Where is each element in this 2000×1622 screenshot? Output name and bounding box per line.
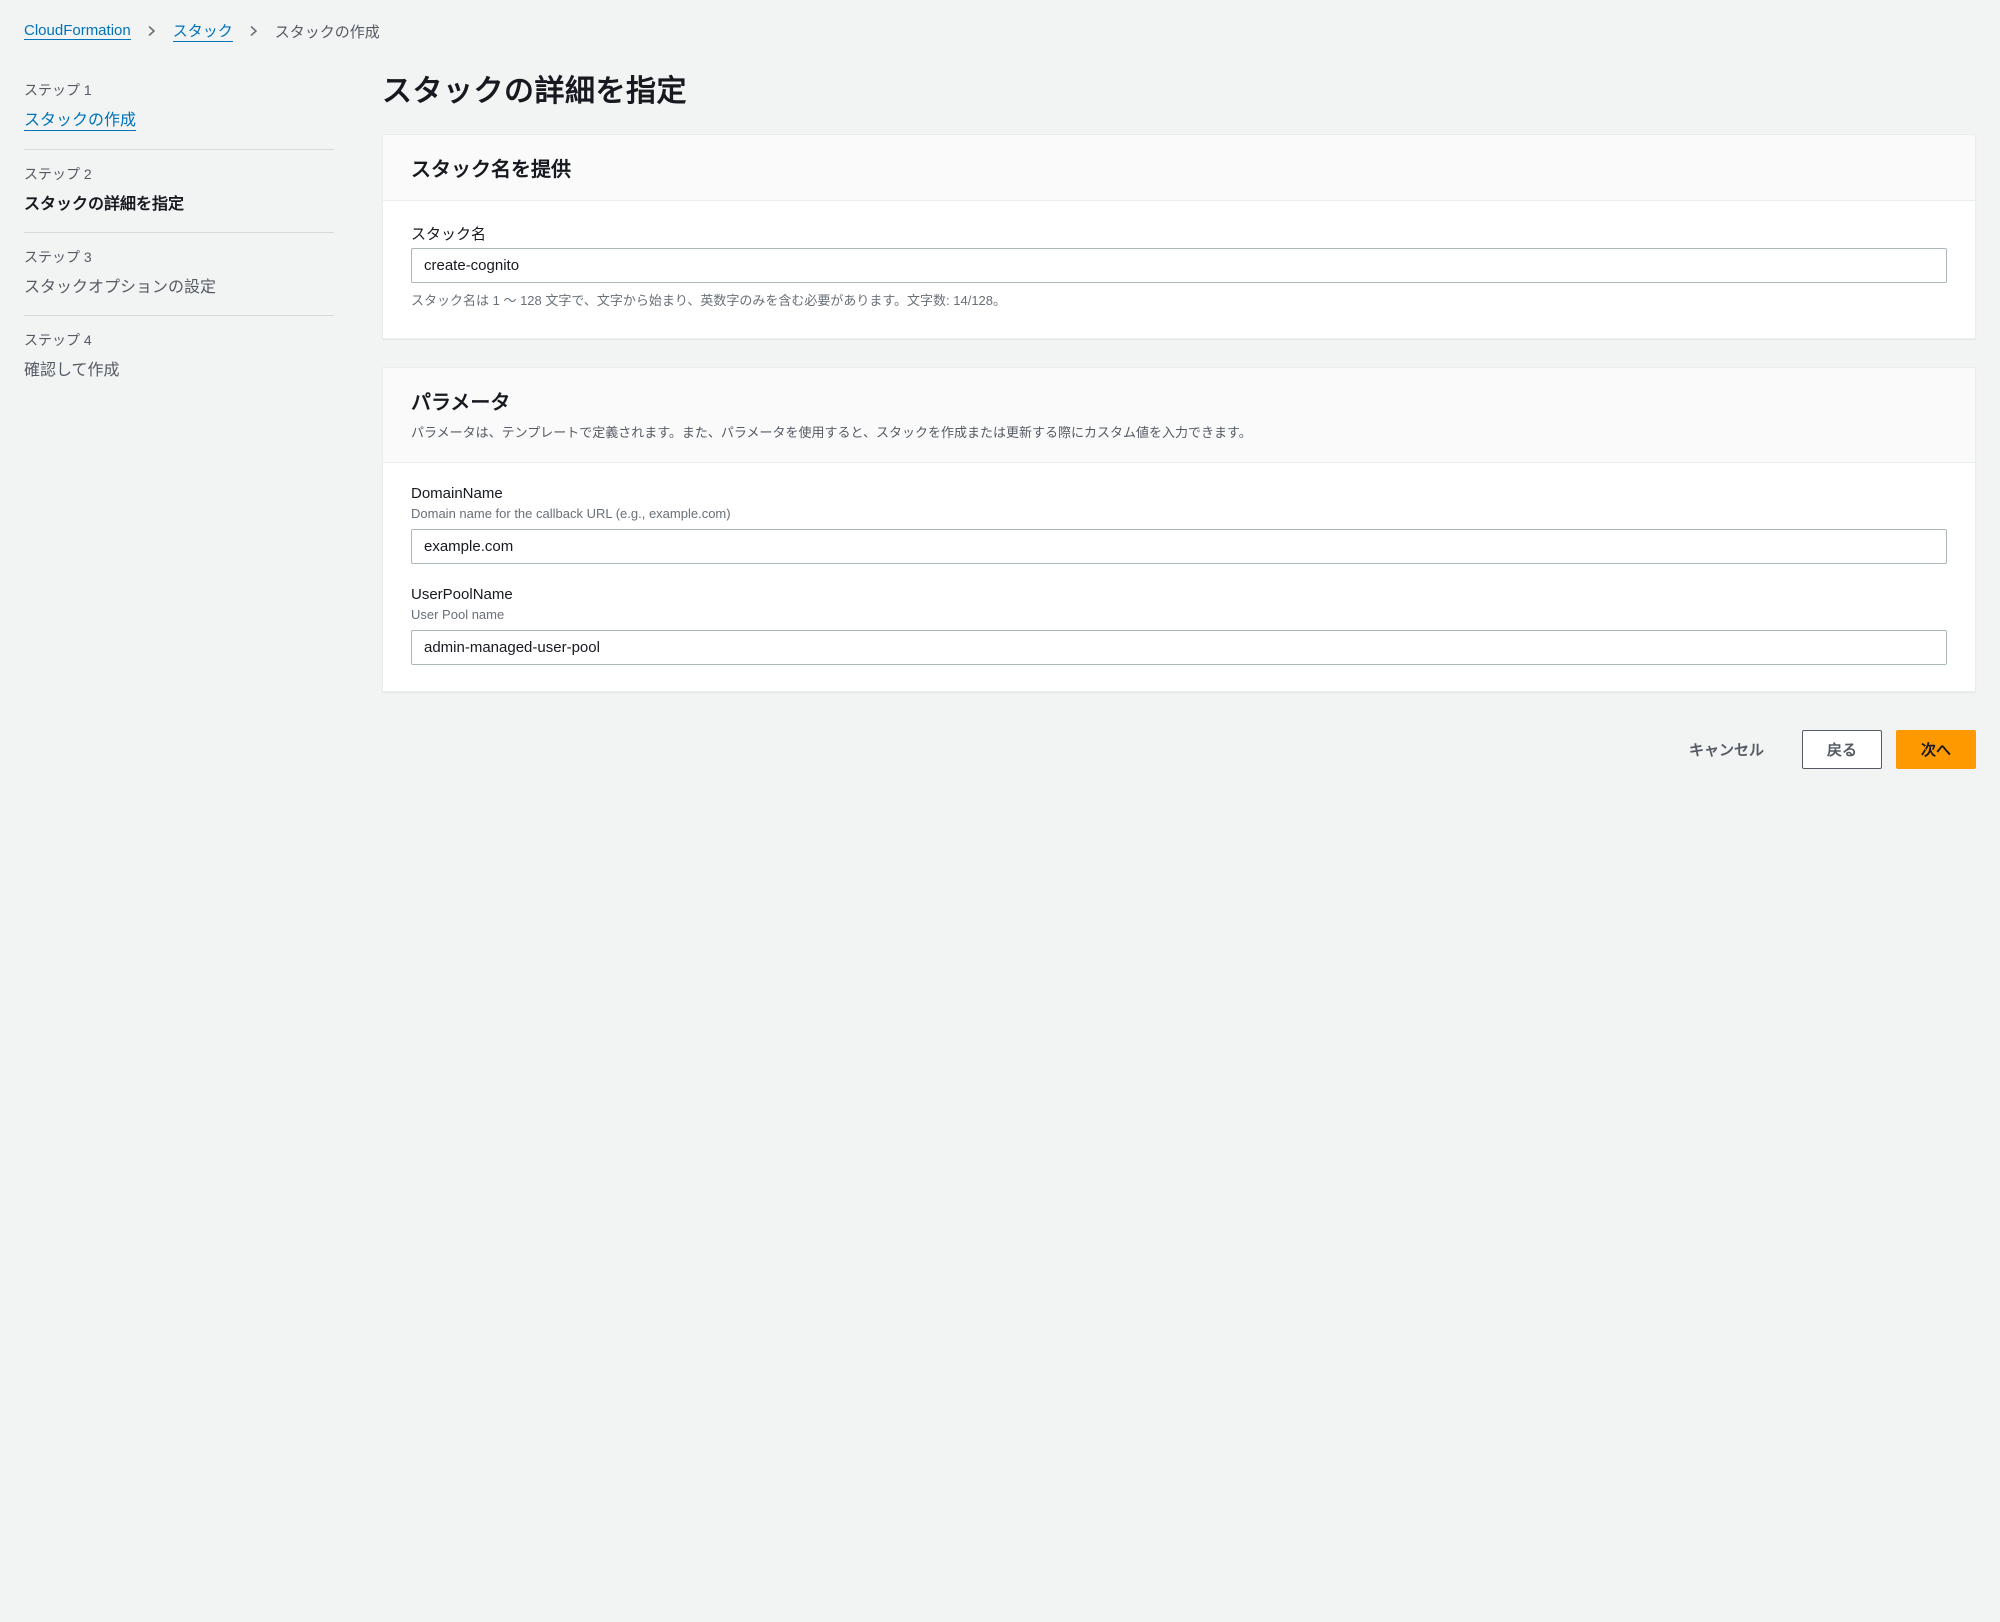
next-button[interactable]: 次へ — [1896, 730, 1976, 769]
step-label: ステップ 2 — [24, 164, 334, 184]
step-title: スタックの詳細を指定 — [24, 190, 334, 214]
step-title: 確認して作成 — [24, 356, 334, 380]
main-content: スタックの詳細を指定 スタック名を提供 スタック名 スタック名は 1 〜 128… — [382, 66, 1976, 779]
wizard-actions: キャンセル 戻る 次へ — [382, 720, 1976, 779]
domain-name-input[interactable] — [411, 529, 1947, 564]
stack-name-field: スタック名 スタック名は 1 〜 128 文字で、文字から始まり、英数字のみを含… — [411, 223, 1947, 312]
user-pool-name-input[interactable] — [411, 630, 1947, 665]
step-title[interactable]: スタックの作成 — [24, 106, 136, 131]
panel-heading: スタック名を提供 — [411, 153, 1947, 182]
user-pool-name-field: UserPoolName User Pool name — [411, 586, 1947, 665]
domain-name-field: DomainName Domain name for the callback … — [411, 485, 1947, 564]
panel-description: パラメータは、テンプレートで定義されます。また、パラメータを使用すると、スタック… — [411, 423, 1947, 444]
step-1[interactable]: ステップ 1 スタックの作成 — [24, 66, 334, 150]
stack-name-panel: スタック名を提供 スタック名 スタック名は 1 〜 128 文字で、文字から始ま… — [382, 134, 1976, 339]
step-3: ステップ 3 スタックオプションの設定 — [24, 233, 334, 316]
panel-header: スタック名を提供 — [383, 135, 1975, 201]
stack-name-input[interactable] — [411, 248, 1947, 283]
step-label: ステップ 1 — [24, 80, 334, 100]
panel-heading: パラメータ — [411, 386, 1947, 415]
breadcrumb-cloudformation[interactable]: CloudFormation — [24, 22, 131, 40]
cancel-button[interactable]: キャンセル — [1665, 731, 1788, 768]
field-hint: Domain name for the callback URL (e.g., … — [411, 506, 1947, 521]
field-label: UserPoolName — [411, 586, 1947, 603]
chevron-right-icon — [249, 23, 259, 39]
step-label: ステップ 4 — [24, 330, 334, 350]
field-label: スタック名 — [411, 223, 1947, 244]
field-hint: User Pool name — [411, 607, 1947, 622]
breadcrumb-stacks[interactable]: スタック — [173, 20, 233, 42]
step-label: ステップ 3 — [24, 247, 334, 267]
step-2: ステップ 2 スタックの詳細を指定 — [24, 150, 334, 233]
breadcrumb: CloudFormation スタック スタックの作成 — [24, 20, 1976, 42]
wizard-steps: ステップ 1 スタックの作成 ステップ 2 スタックの詳細を指定 ステップ 3 … — [24, 66, 334, 779]
field-help: スタック名は 1 〜 128 文字で、文字から始まり、英数字のみを含む必要があり… — [411, 291, 1947, 312]
breadcrumb-current: スタックの作成 — [275, 21, 380, 42]
step-4: ステップ 4 確認して作成 — [24, 316, 334, 398]
field-label: DomainName — [411, 485, 1947, 502]
chevron-right-icon — [147, 23, 157, 39]
page-title: スタックの詳細を指定 — [382, 66, 1976, 110]
panel-header: パラメータ パラメータは、テンプレートで定義されます。また、パラメータを使用する… — [383, 368, 1975, 463]
step-title: スタックオプションの設定 — [24, 273, 334, 297]
back-button[interactable]: 戻る — [1802, 730, 1882, 769]
parameters-panel: パラメータ パラメータは、テンプレートで定義されます。また、パラメータを使用する… — [382, 367, 1976, 692]
